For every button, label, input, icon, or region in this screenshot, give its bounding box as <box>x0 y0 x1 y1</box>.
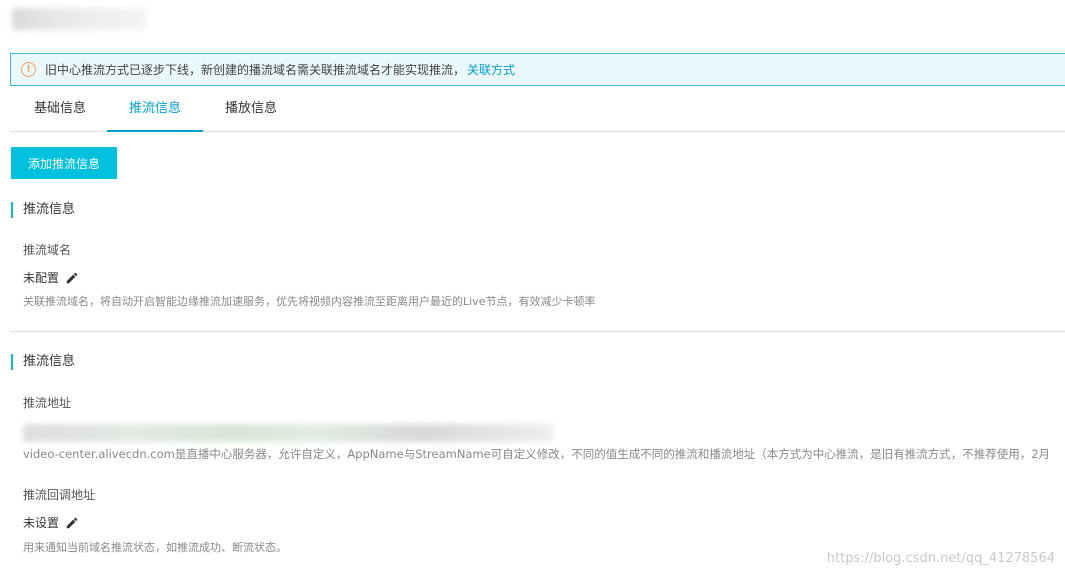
tab-basic-info[interactable]: 基础信息 <box>31 87 89 131</box>
edit-pencil-icon[interactable] <box>65 271 79 285</box>
push-domain-status: 未配置 <box>23 271 60 285</box>
add-push-info-button[interactable]: 添加推流信息 <box>11 147 117 179</box>
push-domain-value: 未配置 <box>23 269 79 286</box>
notice-text: 旧中心推流方式已逐步下线，新创建的播流域名需关联推流域名才能实现推流， <box>45 63 466 77</box>
push-address-label: 推流地址 <box>23 396 72 410</box>
callback-address-value: 未设置 <box>23 514 79 531</box>
tab-play-info[interactable]: 播放信息 <box>222 87 280 131</box>
section-title-push-address: 推流信息 <box>11 354 75 370</box>
edit-pencil-icon[interactable] <box>65 516 79 530</box>
page-title-blurred <box>12 8 146 30</box>
tab-bar: 基础信息 推流信息 播放信息 <box>10 87 1065 132</box>
callback-status: 未设置 <box>23 516 60 530</box>
push-domain-label: 推流域名 <box>23 243 72 257</box>
notice-link[interactable]: 关联方式 <box>467 61 515 78</box>
push-address-description: video-center.alivecdn.com是直播中心服务器，允许自定义，… <box>23 447 1051 461</box>
info-icon: ! <box>21 62 36 77</box>
watermark: https://blog.csdn.net/qq_41278564 <box>826 551 1055 566</box>
tab-push-info[interactable]: 推流信息 <box>107 87 203 132</box>
section-title-push-domain: 推流信息 <box>11 202 75 218</box>
push-domain-description: 关联推流域名，将自动开启智能边缘推流加速服务，优先将视频内容推流至距离用户最近的… <box>23 295 596 308</box>
notice-banner: ! 旧中心推流方式已逐步下线，新创建的播流域名需关联推流域名才能实现推流， 关联… <box>10 53 1065 86</box>
section-divider <box>10 331 1065 332</box>
callback-address-label: 推流回调地址 <box>23 488 96 502</box>
callback-description: 用来通知当前域名推流状态，如推流成功、断流状态。 <box>23 541 287 554</box>
push-address-blurred <box>23 424 553 442</box>
